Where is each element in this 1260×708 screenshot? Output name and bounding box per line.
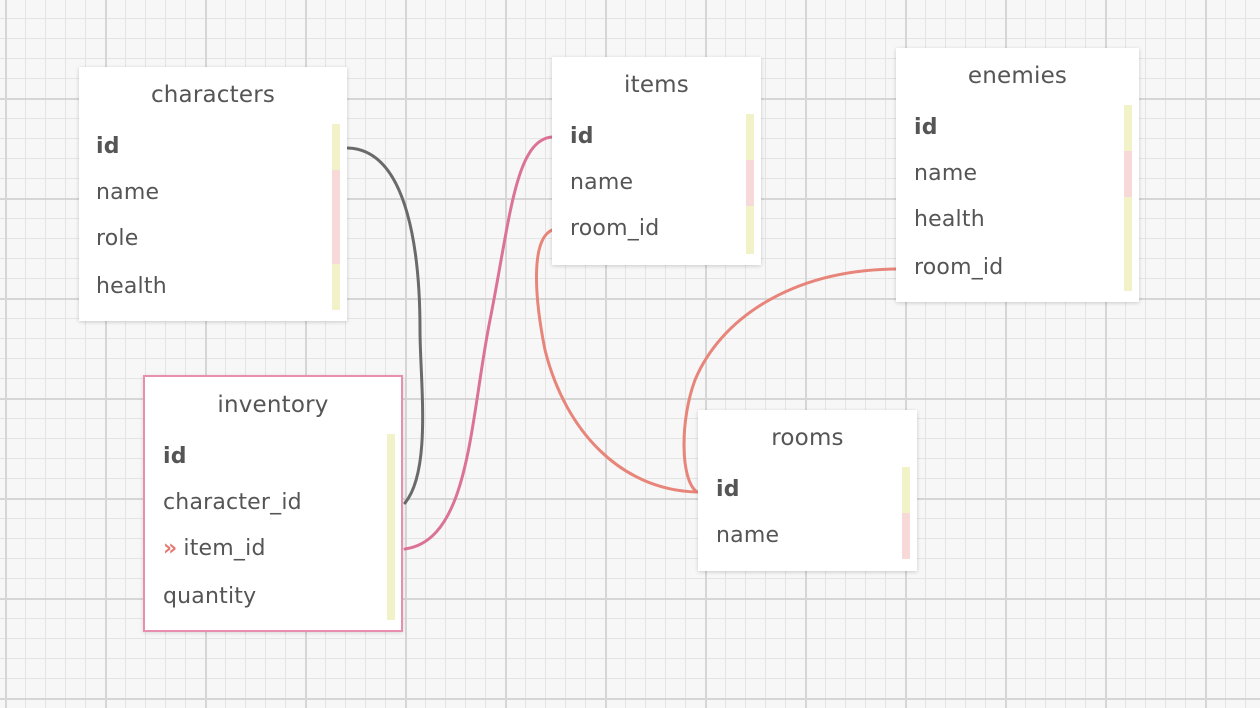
field-type-strip xyxy=(1124,197,1132,291)
table-inventory[interactable]: inventory id character_id » item_id quant… xyxy=(143,375,403,632)
connector-items-room-to-rooms-id xyxy=(535,228,699,494)
field-id[interactable]: id xyxy=(914,115,938,140)
field-name[interactable]: name xyxy=(716,523,779,548)
field-health[interactable]: health xyxy=(914,207,985,232)
table-title: inventory xyxy=(217,392,329,418)
field-type-strip xyxy=(1124,105,1132,151)
table-title: items xyxy=(624,72,689,98)
field-name[interactable]: name xyxy=(96,180,159,205)
field-type-strip xyxy=(332,264,340,310)
table-characters[interactable]: characters id name role health xyxy=(79,67,347,321)
table-items[interactable]: items id name room_id xyxy=(552,57,761,265)
field-type-strip xyxy=(746,160,754,206)
field-item-id[interactable]: » item_id xyxy=(163,536,266,561)
field-role[interactable]: role xyxy=(96,226,138,251)
diagram-canvas[interactable]: characters id name role health items id … xyxy=(0,0,1260,708)
field-room-id[interactable]: room_id xyxy=(570,216,659,241)
foreign-key-marker-icon: » xyxy=(163,536,178,561)
field-type-strip xyxy=(902,513,910,559)
field-health[interactable]: health xyxy=(96,274,167,299)
field-quantity[interactable]: quantity xyxy=(163,584,256,609)
field-label: item_id xyxy=(183,536,266,561)
table-title: enemies xyxy=(967,63,1068,89)
field-type-strip xyxy=(902,467,910,513)
field-id[interactable]: id xyxy=(96,134,120,159)
field-type-strip xyxy=(387,434,395,620)
field-type-strip xyxy=(1124,151,1132,197)
field-type-strip xyxy=(746,114,754,160)
table-title: characters xyxy=(150,82,276,108)
table-enemies[interactable]: enemies id name health room_id xyxy=(896,48,1139,302)
field-type-strip xyxy=(332,124,340,170)
field-room-id[interactable]: room_id xyxy=(914,255,1003,280)
table-title: rooms xyxy=(771,425,844,451)
field-character-id[interactable]: character_id xyxy=(163,490,302,515)
field-name[interactable]: name xyxy=(570,170,633,195)
field-id[interactable]: id xyxy=(570,124,594,149)
field-type-strip xyxy=(332,170,340,264)
connector-inventory-item-to-items-id xyxy=(403,135,554,551)
field-type-strip xyxy=(746,206,754,254)
field-name[interactable]: name xyxy=(914,161,977,186)
field-id[interactable]: id xyxy=(163,444,187,469)
field-id[interactable]: id xyxy=(716,477,740,502)
table-rooms[interactable]: rooms id name xyxy=(698,410,917,571)
